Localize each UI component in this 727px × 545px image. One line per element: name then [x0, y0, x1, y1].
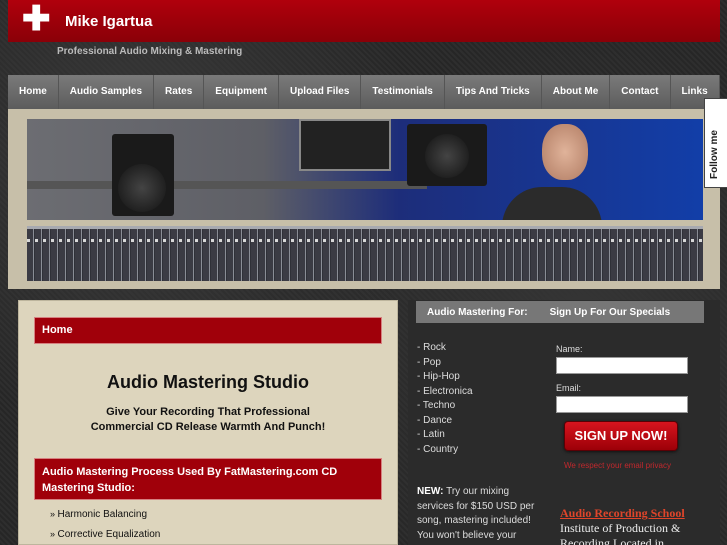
recording-school-text: Institute of Production & Recording Loca…	[560, 521, 681, 545]
list-item: - Latin	[417, 429, 445, 440]
main-nav: Home Audio Samples Rates Equipment Uploa…	[8, 75, 720, 109]
list-item: Corrective Equalization	[50, 527, 161, 545]
nav-item-equipment[interactable]: Equipment	[204, 75, 279, 109]
header-bar: ✚ Mike Igartua	[8, 0, 720, 42]
breadcrumb[interactable]: Home	[34, 317, 382, 344]
tab-audio-mastering-for[interactable]: Audio Mastering For:	[416, 307, 539, 318]
page-title: Audio Mastering Studio	[107, 372, 309, 392]
site-title[interactable]: Mike Igartua	[65, 13, 153, 30]
list-item: - Country	[417, 443, 459, 455]
recording-school-link[interactable]: Audio Recording School	[560, 506, 685, 521]
privacy-note: We respect your email privacy	[564, 461, 671, 470]
name-field[interactable]	[556, 357, 688, 374]
page-subtitle: Give Your Recording That Professional Co…	[34, 405, 382, 435]
process-heading: Audio Mastering Process Used By FatMaste…	[34, 458, 382, 500]
process-list: Harmonic Balancing Corrective Equalizati…	[50, 507, 161, 545]
site-tagline: Professional Audio Mixing & Mastering	[57, 46, 243, 57]
subtitle-line-1: Give Your Recording That Professional	[106, 406, 310, 418]
list-item: - Techno	[417, 400, 456, 411]
nav-item-upload-files[interactable]: Upload Files	[278, 75, 362, 109]
name-label: Name:	[556, 344, 583, 354]
nav-item-testimonials[interactable]: Testimonials	[361, 75, 445, 109]
sign-up-button[interactable]: SIGN UP NOW!	[564, 421, 678, 451]
nav-item-audio-samples[interactable]: Audio Samples	[58, 75, 155, 109]
list-item: - Hip-Hop	[417, 371, 460, 382]
follow-me-label: Follow me	[709, 130, 720, 179]
nav-item-tips-and-tricks[interactable]: Tips And Tricks	[444, 75, 542, 109]
email-label: Email:	[556, 383, 582, 393]
nav-item-about-me[interactable]: About Me	[541, 75, 611, 109]
nav-item-contact[interactable]: Contact	[610, 75, 671, 109]
nav-item-rates[interactable]: Rates	[154, 75, 205, 109]
mixing-console-image	[27, 226, 703, 281]
list-item: - Pop	[417, 356, 441, 368]
email-field[interactable]	[556, 396, 688, 413]
list-item: - Rock	[417, 342, 446, 353]
mixing-promo-text: NEW: Try our mixing services for $150 US…	[417, 485, 542, 543]
tab-sign-up-specials[interactable]: Sign Up For Our Specials	[539, 307, 682, 318]
logo-cross-icon[interactable]: ✚	[22, 2, 51, 36]
sidebar-tabs: Audio Mastering For: Sign Up For Our Spe…	[416, 301, 704, 323]
studio-banner-image	[27, 119, 703, 220]
follow-me-tab[interactable]: Follow me	[704, 98, 727, 188]
subtitle-line-2: Commercial CD Release Warmth And Punch!	[90, 421, 326, 433]
list-item: - Dance	[417, 414, 453, 426]
new-label: NEW:	[417, 486, 444, 497]
list-item: Harmonic Balancing	[50, 507, 160, 527]
list-item: - Electronica	[417, 385, 473, 397]
nav-item-home[interactable]: Home	[8, 75, 59, 109]
genre-list: - Rock - Pop - Hip-Hop - Electronica - T…	[417, 341, 473, 457]
